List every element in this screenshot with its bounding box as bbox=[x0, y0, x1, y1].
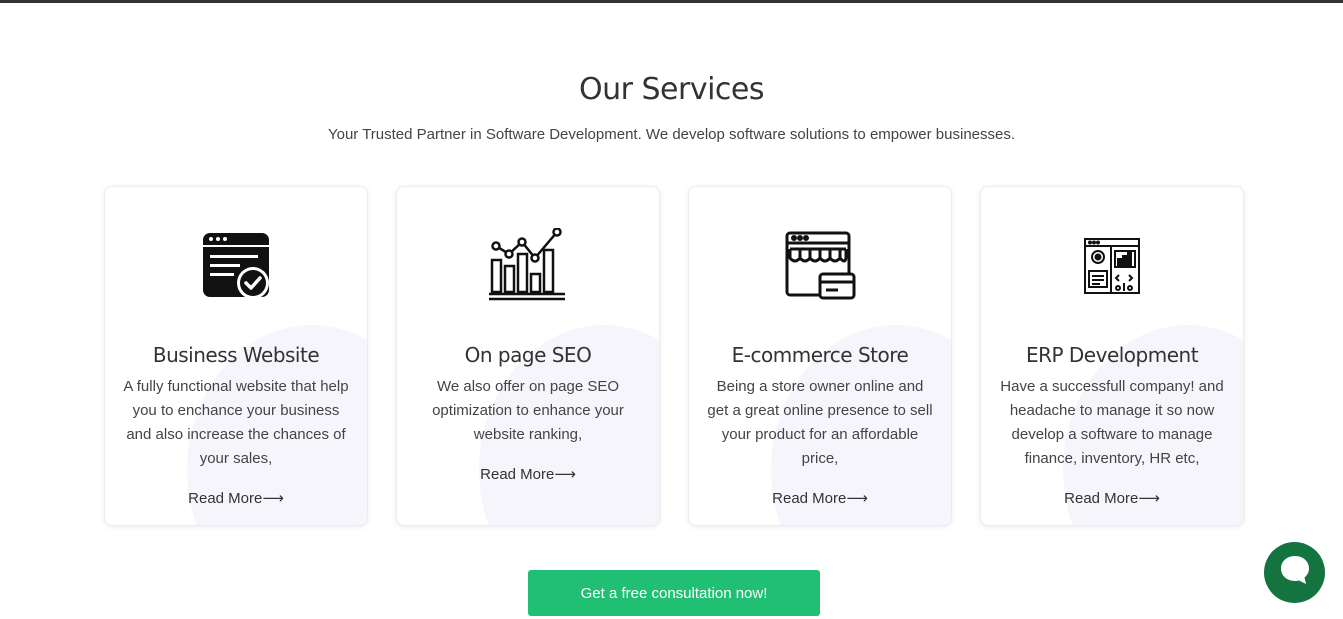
chat-button[interactable] bbox=[1264, 542, 1325, 603]
free-consultation-button[interactable]: Get a free consultation now! bbox=[528, 570, 820, 616]
service-title: Business Website bbox=[152, 343, 320, 367]
service-card-on-page-seo: On page SEO We also offer on page SEO op… bbox=[396, 186, 660, 526]
top-border bbox=[0, 0, 1343, 3]
seo-chart-icon bbox=[397, 227, 659, 305]
read-more-link[interactable]: Read More⟶ bbox=[981, 489, 1243, 507]
service-description: Have a successfull company! and headache… bbox=[1000, 378, 1224, 467]
browser-check-icon bbox=[105, 227, 367, 305]
erp-dashboard-icon bbox=[981, 227, 1243, 305]
section-title: Our Services bbox=[578, 72, 765, 107]
read-more-link[interactable]: Read More⟶ bbox=[397, 465, 659, 483]
service-card-ecommerce-store: E-commerce Store Being a store owner onl… bbox=[688, 186, 952, 526]
service-description: Being a store owner online and get a gre… bbox=[707, 378, 933, 467]
service-description: We also offer on page SEO optimization t… bbox=[432, 378, 624, 443]
read-more-link[interactable]: Read More⟶ bbox=[105, 489, 367, 507]
service-card-erp-development: ERP Development Have a successfull compa… bbox=[980, 186, 1244, 526]
service-description: A fully functional website that help you… bbox=[123, 378, 349, 467]
chat-bubble-icon bbox=[1278, 553, 1312, 592]
service-title: On page SEO bbox=[464, 343, 592, 367]
section-subtitle: Your Trusted Partner in Software Develop… bbox=[327, 126, 1016, 143]
service-title: E-commerce Store bbox=[731, 343, 909, 367]
service-card-business-website: Business Website A fully functional webs… bbox=[104, 186, 368, 526]
read-more-link[interactable]: Read More⟶ bbox=[689, 489, 951, 507]
service-title: ERP Development bbox=[1025, 343, 1199, 367]
store-card-icon bbox=[689, 227, 951, 305]
